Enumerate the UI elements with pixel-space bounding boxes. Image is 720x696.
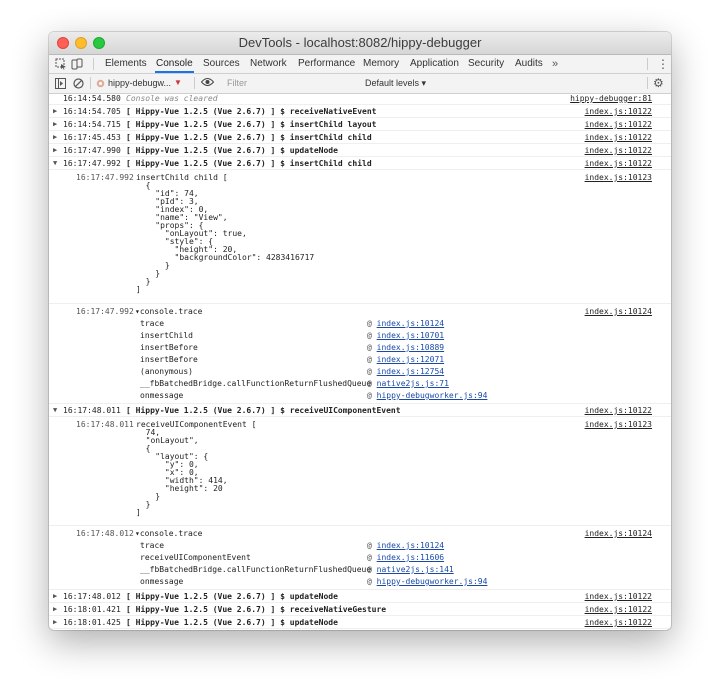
show-sidebar-icon[interactable] [55,76,66,90]
tab-console[interactable]: Console [155,55,194,73]
toolbar-divider [647,77,648,89]
console-message[interactable]: ▶ 16:17:48.012 [ Hippy-Vue 1.2.5 (Vue 2.… [49,590,671,603]
inspect-element-icon[interactable] [55,57,67,71]
more-options-icon[interactable]: ⋮ [657,56,669,72]
source-link[interactable]: index.js:10122 [585,405,652,416]
title-bar: DevTools - localhost:8082/hippy-debugger [49,32,671,55]
expand-arrow-icon[interactable]: ▶ [53,106,57,117]
stack-frame-link[interactable]: index.js:10701 [377,331,444,340]
console-toolbar: hippy-debugw... ▼ Filter Default levels … [49,74,671,94]
console-message[interactable]: ▶ 16:18:01.425 [ Hippy-Vue 1.2.5 (Vue 2.… [49,616,671,629]
chevron-down-icon: ▼ [174,78,182,87]
tab-audits[interactable]: Audits [514,55,544,73]
toolbar-divider [90,77,91,89]
stack-frame-link[interactable]: index.js:11606 [377,553,444,562]
devtools-window: DevTools - localhost:8082/hippy-debugger… [49,32,671,630]
source-link[interactable]: index.js:10122 [585,106,652,117]
eye-icon[interactable] [200,77,215,89]
tab-application[interactable]: Application [409,55,460,73]
source-link[interactable]: index.js:10122 [585,145,652,156]
toolbar-divider [194,77,195,89]
log-levels-dropdown[interactable]: Default levels ▾ [365,76,426,90]
tab-sources[interactable]: Sources [202,55,241,73]
toolbar-divider [647,58,648,70]
stack-frame-link[interactable]: native2js.js:71 [377,379,449,388]
console-message[interactable]: ▼ 16:17:48.011 [ Hippy-Vue 1.2.5 (Vue 2.… [49,404,671,417]
collapse-arrow-icon[interactable]: ▼ [53,405,57,416]
console-message[interactable]: ▶ 16:14:54.705 [ Hippy-Vue 1.2.5 (Vue 2.… [49,105,671,118]
device-toolbar-icon[interactable] [71,57,83,71]
stack-frame-link[interactable]: hippy-debugworker.js:94 [377,391,488,400]
filter-input[interactable]: Filter [219,76,367,90]
source-link[interactable]: index.js:10124 [585,306,652,317]
console-group-entry: 16:17:48.011 index.js:10123 receiveUICom… [49,417,671,526]
tab-memory[interactable]: Memory [362,55,400,73]
source-link[interactable]: hippy-debugger:81 [570,93,652,104]
expand-arrow-icon[interactable]: ▶ [53,132,57,143]
expand-arrow-icon[interactable]: ▶ [53,119,57,130]
console-trace-entry: 16:17:47.992 ▾console.trace index.js:101… [49,304,671,404]
tab-elements[interactable]: Elements [104,55,148,73]
console-message[interactable]: ▶ 16:17:45.453 [ Hippy-Vue 1.2.5 (Vue 2.… [49,131,671,144]
trace-toggle[interactable]: ▾console.trace [135,528,202,539]
trace-toggle[interactable]: ▾console.trace [135,306,202,317]
console-messages: 16:14:54.580 Console was cleared hippy-d… [49,92,671,630]
source-link[interactable]: index.js:10122 [585,119,652,130]
stack-frame-link[interactable]: index.js:10124 [377,319,444,328]
collapse-arrow-icon[interactable]: ▼ [53,158,57,169]
context-gear-icon [96,79,105,87]
console-message[interactable]: ▶ 16:14:54.715 [ Hippy-Vue 1.2.5 (Vue 2.… [49,118,671,131]
panel-tabs-bar: Elements Console Sources Network Perform… [49,55,671,74]
source-link[interactable]: index.js:10124 [585,528,652,539]
source-link[interactable]: index.js:10122 [585,591,652,602]
stack-frame-link[interactable]: index.js:12754 [377,367,444,376]
stack-frame-link[interactable]: native2js.js:141 [377,565,454,574]
stack-frame-link[interactable]: index.js:10889 [377,343,444,352]
console-message[interactable]: ▶ 16:17:47.990 [ Hippy-Vue 1.2.5 (Vue 2.… [49,144,671,157]
stack-frame-link[interactable]: hippy-debugworker.js:94 [377,577,488,586]
source-link[interactable]: index.js:10123 [585,419,652,430]
console-group-entry: 16:17:47.992 index.js:10123 insertChild … [49,170,671,304]
source-link[interactable]: index.js:10122 [585,132,652,143]
source-link[interactable]: index.js:10123 [585,172,652,183]
toolbar-divider [93,58,94,70]
context-label: hippy-debugw... [108,78,172,88]
console-trace-entry: 16:17:48.012 ▾console.trace index.js:101… [49,526,671,590]
gear-icon[interactable]: ⚙ [653,76,664,90]
tab-network[interactable]: Network [249,55,288,73]
tab-security[interactable]: Security [467,55,505,73]
console-message: 16:14:54.580 Console was cleared hippy-d… [49,92,671,105]
expand-arrow-icon[interactable]: ▶ [53,617,57,628]
console-message[interactable]: ▼ 16:17:47.992 [ Hippy-Vue 1.2.5 (Vue 2.… [49,157,671,170]
source-link[interactable]: index.js:10122 [585,158,652,169]
stack-frame-link[interactable]: index.js:10124 [377,541,444,550]
source-link[interactable]: index.js:10122 [585,617,652,628]
expand-arrow-icon[interactable]: ▶ [53,145,57,156]
source-link[interactable]: index.js:10122 [585,604,652,615]
window-title: DevTools - localhost:8082/hippy-debugger [238,35,482,50]
context-selector[interactable]: hippy-debugw... ▼ [96,76,182,90]
stack-frame-link[interactable]: index.js:12071 [377,355,444,364]
more-tabs-button[interactable]: » [552,55,558,73]
tab-performance[interactable]: Performance [297,55,356,73]
expand-arrow-icon[interactable]: ▶ [53,591,57,602]
expand-arrow-icon[interactable]: ▶ [53,604,57,615]
clear-console-icon[interactable] [73,76,84,90]
console-message[interactable]: ▶ 16:18:01.421 [ Hippy-Vue 1.2.5 (Vue 2.… [49,603,671,616]
